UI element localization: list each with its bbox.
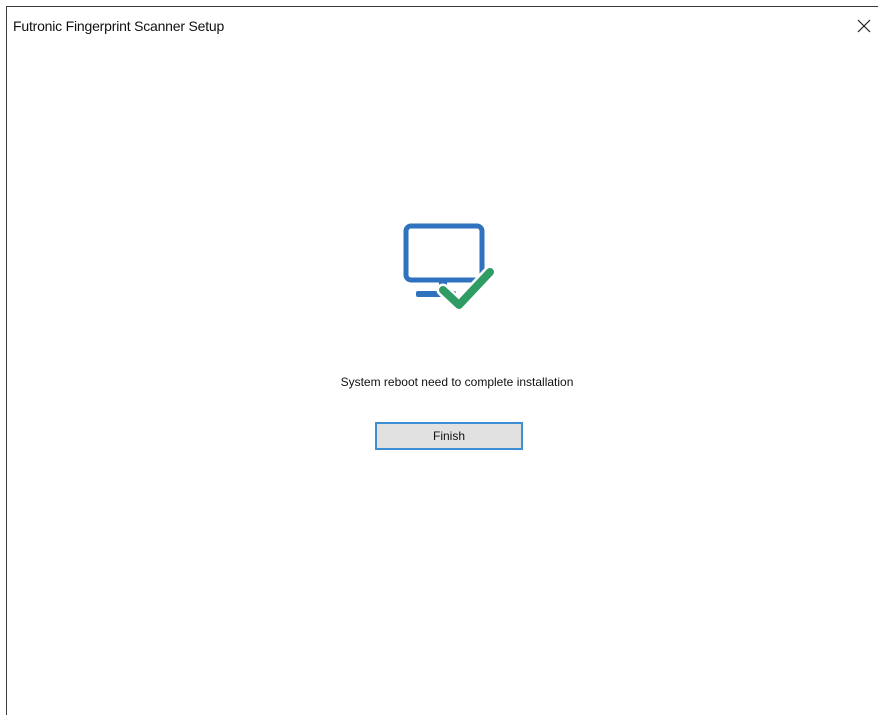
status-message: System reboot need to complete installat…	[340, 375, 574, 389]
finish-button[interactable]: Finish	[375, 422, 523, 450]
window-title: Futronic Fingerprint Scanner Setup	[13, 18, 225, 34]
close-button[interactable]	[848, 13, 878, 39]
finish-button-label: Finish	[432, 429, 465, 443]
close-icon	[857, 19, 871, 33]
computer-check-icon	[399, 219, 503, 319]
title-bar[interactable]: Futronic Fingerprint Scanner Setup	[7, 7, 878, 41]
setup-window: Futronic Fingerprint Scanner Setup Syste…	[6, 6, 878, 715]
